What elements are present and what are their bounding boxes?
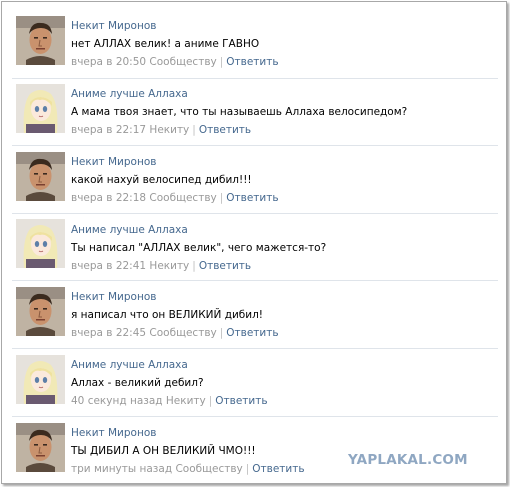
comment-item: Аниме лучше Аллаха Ты написал "АЛЛАХ вел… (2, 205, 506, 272)
comment-text: А мама твоя знает, что ты называешь Алла… (71, 106, 408, 118)
comment-addressee: Сообществу (175, 463, 243, 475)
comment-time[interactable]: 40 секунд назад (71, 395, 163, 407)
anime-girl-avatar[interactable] (16, 219, 65, 268)
comment-meta: вчера в 22:17 Некиту | Ответить (71, 124, 251, 136)
comment-time[interactable]: вчера в 22:18 (71, 192, 146, 204)
man-photo-avatar[interactable] (16, 423, 65, 472)
comment-meta: 40 секунд назад Некиту | Ответить (71, 395, 268, 407)
comment-addressee: Некиту (165, 395, 206, 407)
comment-text: Ты написал "АЛЛАХ велик", чего мажется-т… (71, 242, 327, 254)
meta-separator: | (192, 260, 196, 272)
meta-separator: | (245, 463, 250, 475)
comment-time[interactable]: вчера в 22:17 (71, 124, 146, 136)
anime-girl-avatar[interactable] (16, 355, 65, 404)
comment-author-link[interactable]: Некит Миронов (71, 156, 156, 168)
comment-author-link[interactable]: Некит Миронов (71, 20, 156, 32)
reply-link[interactable]: Ответить (252, 463, 304, 475)
man-photo-avatar[interactable] (16, 152, 65, 201)
reply-link[interactable]: Ответить (226, 327, 278, 339)
comment-text: ТЫ ДИБИЛ А ОН ВЕЛИКИЙ ЧМО!!! (71, 445, 256, 457)
comment-item: Некит Миронов я написал что он ВЕЛИКИЙ д… (2, 272, 506, 339)
comment-time[interactable]: вчера в 22:45 (71, 327, 146, 339)
comment-meta: вчера в 22:45 Сообществу | Ответить (71, 327, 279, 339)
comment-text: нет АЛЛАХ велик! а аниме ГАВНО (71, 38, 260, 50)
anime-girl-avatar[interactable] (16, 84, 65, 133)
meta-separator: | (192, 124, 196, 136)
meta-separator: | (219, 192, 224, 204)
reply-link[interactable]: Ответить (215, 395, 267, 407)
reply-link[interactable]: Ответить (226, 192, 278, 204)
comment-item: Некит Миронов какой нахуй велосипед диби… (2, 137, 506, 204)
comment-meta: вчера в 20:50 Сообществу | Ответить (71, 56, 279, 68)
comment-meta: три минуты назад Сообществу | Ответить (71, 463, 305, 475)
comment-time[interactable]: вчера в 20:50 (71, 56, 146, 68)
comment-time[interactable]: вчера в 22:41 (71, 260, 146, 272)
comment-author-link[interactable]: Некит Миронов (71, 427, 156, 439)
comment-author-link[interactable]: Аниме лучше Аллаха (71, 359, 188, 371)
comment-meta: вчера в 22:18 Сообществу | Ответить (71, 192, 279, 204)
site-watermark: YAPLAKAL.COM (348, 452, 468, 468)
meta-separator: | (219, 56, 224, 68)
comments-panel: Некит Миронов нет АЛЛАХ велик! а аниме Г… (1, 1, 507, 484)
comment-addressee: Сообществу (149, 56, 217, 68)
reply-link[interactable]: Ответить (199, 124, 251, 136)
man-photo-avatar[interactable] (16, 287, 65, 336)
comment-meta: вчера в 22:41 Некиту | Ответить (71, 260, 251, 272)
comment-addressee: Некиту (149, 260, 190, 272)
comment-text: какой нахуй велосипед дибил!!! (71, 174, 252, 186)
comment-author-link[interactable]: Некит Миронов (71, 291, 156, 303)
reply-link[interactable]: Ответить (199, 260, 251, 272)
comment-addressee: Сообществу (149, 327, 217, 339)
comment-author-link[interactable]: Аниме лучше Аллаха (71, 88, 188, 100)
comment-text: Аллах - великий дебил? (71, 377, 204, 389)
comment-text: я написал что он ВЕЛИКИЙ дибил! (71, 309, 263, 321)
meta-separator: | (208, 395, 213, 407)
comment-addressee: Сообществу (149, 192, 217, 204)
reply-link[interactable]: Ответить (226, 56, 278, 68)
comment-item: Некит Миронов нет АЛЛАХ велик! а аниме Г… (2, 2, 506, 69)
man-photo-avatar[interactable] (16, 16, 65, 65)
comment-addressee: Некиту (149, 124, 190, 136)
comment-item: Аниме лучше Аллаха А мама твоя знает, чт… (2, 70, 506, 137)
comment-item: Аниме лучше Аллаха Аллах - великий дебил… (2, 340, 506, 407)
comment-author-link[interactable]: Аниме лучше Аллаха (71, 224, 188, 236)
meta-separator: | (219, 327, 224, 339)
comment-time[interactable]: три минуты назад (71, 463, 172, 475)
